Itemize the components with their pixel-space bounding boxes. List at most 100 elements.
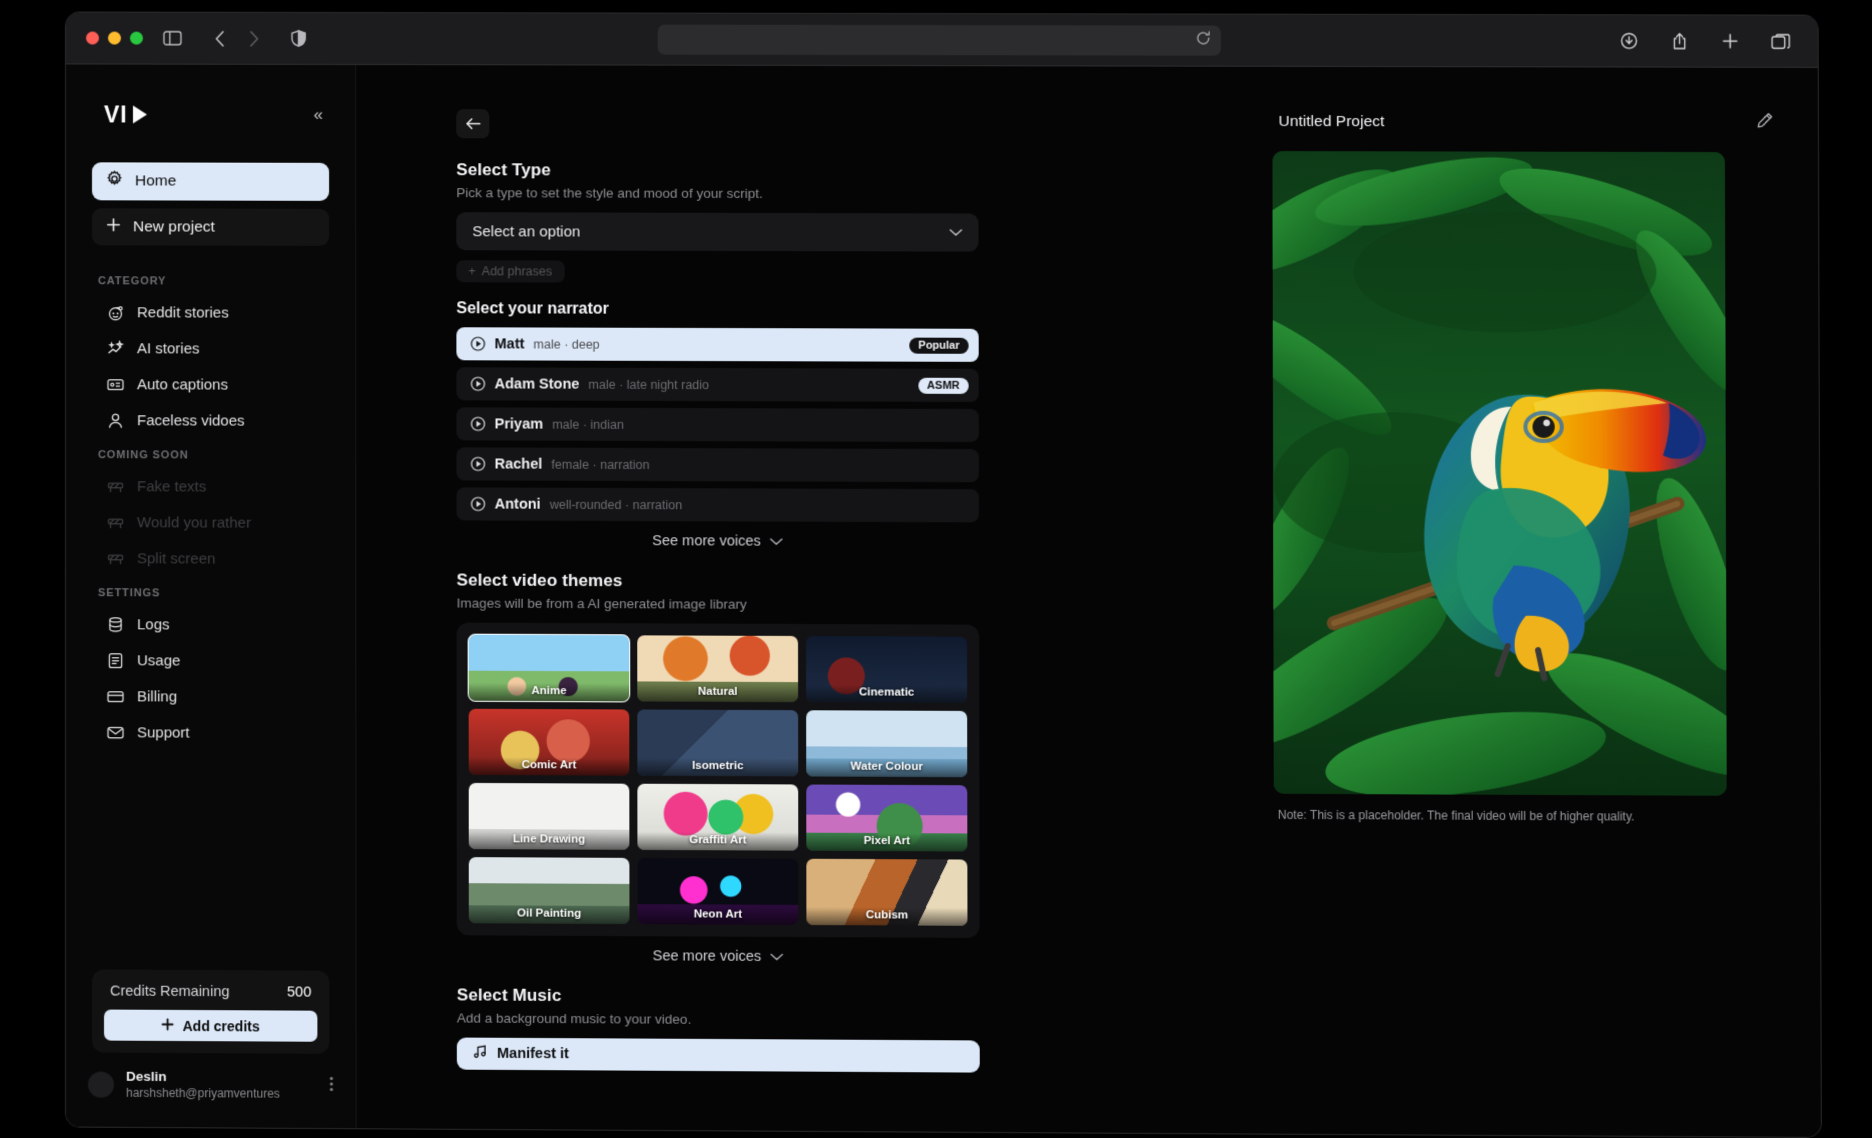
sidebar-item-label: Usage [137, 652, 180, 669]
sidebar-item-usage[interactable]: Usage [92, 643, 329, 678]
music-icon [473, 1045, 487, 1063]
theme-isometric[interactable]: Isometric [637, 710, 798, 777]
address-bar[interactable] [658, 24, 1221, 55]
theme-label: Neon Art [637, 906, 798, 925]
sidebar-icon[interactable] [157, 25, 187, 51]
new-tab-icon[interactable] [1714, 28, 1744, 54]
play-icon[interactable] [470, 376, 485, 391]
minimize-window-button[interactable] [108, 32, 121, 45]
themes-grid: Anime Natural Cinematic Comic Art [457, 623, 980, 938]
theme-anime[interactable]: Anime [469, 635, 630, 702]
play-icon[interactable] [470, 336, 485, 351]
sidebar-item-label: Support [137, 724, 190, 741]
see-more-voices-button[interactable]: See more voices [457, 532, 979, 550]
voice-option-priyam[interactable]: Priyam male · indian [456, 407, 978, 442]
theme-oil-painting[interactable]: Oil Painting [469, 857, 630, 924]
back-icon[interactable] [205, 25, 235, 51]
captions-icon [106, 375, 124, 393]
theme-label: Water Colour [806, 758, 967, 777]
play-icon[interactable] [470, 416, 485, 431]
gear-icon [106, 170, 123, 192]
voice-name: Adam Stone [495, 376, 580, 392]
app-logo[interactable]: VI [104, 101, 147, 128]
voice-desc: male · late night radio [588, 377, 709, 391]
sidebar-item-ai-stories[interactable]: AI stories [92, 331, 329, 366]
reload-icon[interactable] [1196, 30, 1211, 50]
theme-neon-art[interactable]: Neon Art [637, 858, 798, 925]
voice-option-matt[interactable]: Matt male · deep Popular [456, 327, 978, 362]
voice-desc: male · indian [552, 417, 624, 431]
theme-label: Line Drawing [469, 831, 630, 850]
voice-desc: male · deep [533, 337, 599, 351]
sidebar-item-faceless-videos[interactable]: Faceless vidoes [92, 403, 329, 438]
credits-row: Credits Remaining 500 [104, 982, 317, 1011]
theme-water-colour[interactable]: Water Colour [806, 710, 967, 777]
maximize-window-button[interactable] [130, 32, 143, 45]
sidebar-nav: Home New project CATEGORY Reddit stories [66, 138, 355, 957]
sidebar-item-reddit-stories[interactable]: Reddit stories [92, 295, 329, 330]
form-column: Select Type Pick a type to set the style… [456, 109, 980, 1072]
coming-soon-section-label: COMING SOON [92, 439, 329, 470]
card-icon [106, 687, 124, 705]
user-email: harshsheth@priyamventures [126, 1086, 317, 1102]
voice-desc: well-rounded · narration [550, 497, 683, 512]
forward-icon[interactable] [239, 25, 269, 51]
select-type-title: Select Type [456, 160, 978, 181]
shield-icon[interactable] [283, 25, 313, 51]
theme-comic-art[interactable]: Comic Art [469, 709, 630, 776]
theme-label: Pixel Art [806, 833, 967, 852]
tabs-icon[interactable] [1765, 28, 1795, 54]
theme-graffiti-art[interactable]: Graffiti Art [637, 784, 798, 851]
window-controls[interactable] [86, 32, 143, 45]
edit-icon[interactable] [1756, 112, 1773, 134]
toolbar-right-actions [1613, 28, 1795, 54]
project-title: Untitled Project [1278, 113, 1384, 131]
new-project-button[interactable]: New project [92, 208, 329, 246]
download-icon[interactable] [1613, 28, 1643, 54]
see-more-themes-label: See more voices [653, 948, 762, 965]
music-selected-label: Manifest it [497, 1046, 569, 1062]
type-select[interactable]: Select an option [456, 212, 978, 251]
voice-list: Matt male · deep Popular Adam Stone male… [456, 327, 979, 522]
preview-panel: Untitled Project [1252, 67, 1821, 1137]
add-phrases-button[interactable]: + Add phrases [456, 260, 564, 282]
play-icon[interactable] [471, 456, 486, 471]
add-credits-button[interactable]: Add credits [104, 1010, 317, 1042]
voice-name: Antoni [495, 496, 541, 512]
kebab-icon[interactable] [329, 1076, 333, 1096]
theme-cinematic[interactable]: Cinematic [806, 636, 967, 703]
collapse-sidebar-button[interactable]: « [314, 105, 321, 125]
theme-label: Oil Painting [469, 905, 630, 924]
sidebar-item-billing[interactable]: Billing [92, 679, 329, 714]
user-profile[interactable]: Deslin harshsheth@priyamventures [66, 1053, 356, 1129]
back-button[interactable] [456, 109, 489, 138]
main-content: Select Type Pick a type to set the style… [356, 65, 1254, 1134]
theme-line-drawing[interactable]: Line Drawing [469, 783, 630, 850]
nav-arrows[interactable] [205, 25, 269, 51]
sidebar-item-split-screen: Split screen [92, 541, 329, 576]
sidebar-item-label: Auto captions [137, 376, 228, 393]
see-more-themes-button[interactable]: See more voices [457, 947, 980, 966]
theme-natural[interactable]: Natural [637, 635, 798, 702]
voice-option-antoni[interactable]: Antoni well-rounded · narration [456, 487, 978, 522]
close-window-button[interactable] [86, 32, 99, 45]
add-phrases-label: Add phrases [482, 264, 552, 278]
user-meta: Deslin harshsheth@priyamventures [126, 1069, 317, 1102]
share-icon[interactable] [1664, 28, 1694, 54]
sparkles-icon [106, 339, 124, 357]
theme-cubism[interactable]: Cubism [806, 859, 967, 926]
screen: VI « Home New project [0, 0, 1872, 1138]
theme-pixel-art[interactable]: Pixel Art [806, 784, 967, 851]
music-selected-option[interactable]: Manifest it [457, 1038, 980, 1073]
sidebar-item-home[interactable]: Home [92, 162, 329, 201]
voice-option-rachel[interactable]: Rachel female · narration [456, 447, 978, 482]
play-icon[interactable] [471, 496, 486, 511]
sidebar-item-support[interactable]: Support [92, 715, 329, 750]
video-preview[interactable] [1272, 151, 1726, 796]
sidebar-item-auto-captions[interactable]: Auto captions [92, 367, 329, 402]
sidebar-item-logs[interactable]: Logs [92, 607, 329, 642]
chevron-down-icon [770, 535, 783, 549]
mail-icon [106, 723, 124, 741]
preview-note: Note: This is a placeholder. The final v… [1274, 808, 1780, 824]
voice-option-adam-stone[interactable]: Adam Stone male · late night radio ASMR [456, 367, 978, 402]
